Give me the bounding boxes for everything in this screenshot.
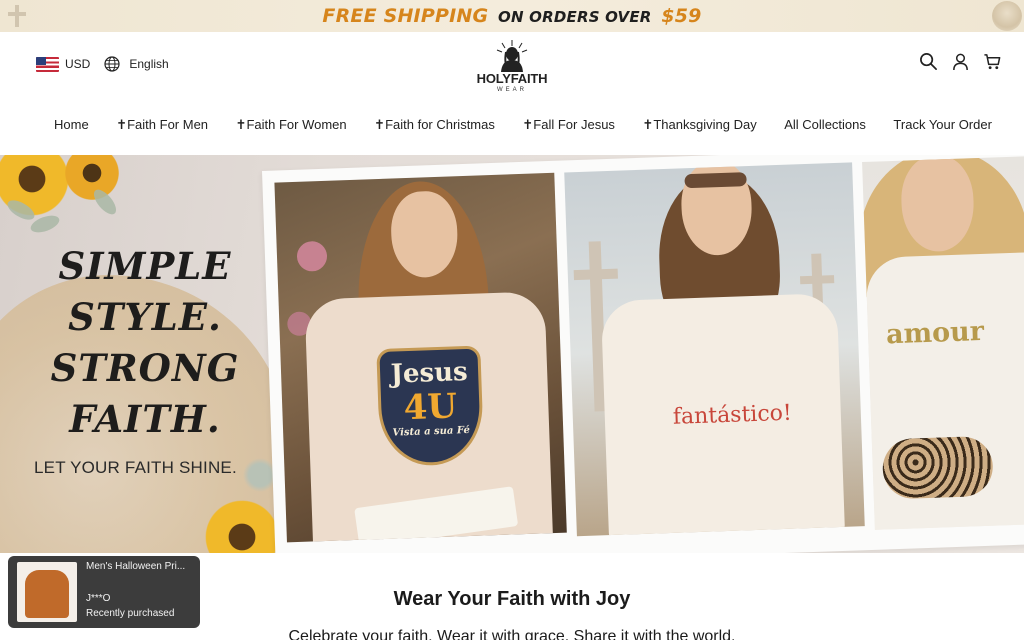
shipping-threshold: $59 xyxy=(661,5,702,27)
model-photo-fantastico: fantástico! xyxy=(564,162,865,537)
shirt-text: 4U xyxy=(403,386,458,429)
photo-collage: Jesus 4U Vista a sua Fé fantástico! amou… xyxy=(262,155,1024,553)
header-actions xyxy=(919,52,1002,71)
nav-item-faith-for-men[interactable]: ✝Faith For Men xyxy=(116,112,208,138)
language-selector[interactable]: English xyxy=(129,57,168,71)
hero-headline-line: SIMPLE xyxy=(58,244,232,288)
shirt-text: Vista a sua Fé xyxy=(392,424,471,439)
jesus-silhouette-logo-icon xyxy=(496,40,528,72)
hero-headline-line: STYLE. xyxy=(68,295,222,339)
announcement-bar: FREE SHIPPING ON ORDERS OVER $59 xyxy=(0,0,1024,32)
popup-product-name: Men's Halloween Pri... xyxy=(86,561,186,572)
announcement-text: FREE SHIPPING ON ORDERS OVER $59 xyxy=(322,5,701,27)
hero-headline: SIMPLE STYLE. STRONG FAITH. xyxy=(40,241,250,445)
section-title: Wear Your Faith with Joy xyxy=(393,588,631,610)
nav-item-track-your-order[interactable]: Track Your Order xyxy=(893,112,992,138)
site-header: USD English HOLYFAITH WEAR xyxy=(0,32,1024,100)
us-flag-icon[interactable] xyxy=(36,56,59,72)
hero-headline-line: FAITH. xyxy=(69,397,221,441)
account-icon[interactable] xyxy=(951,52,970,71)
shirt-text: fantástico! xyxy=(672,400,793,430)
section-description: Celebrate your faith. Wear it with grace… xyxy=(288,628,736,640)
model-photo-amour: amour xyxy=(862,155,1024,530)
logo-name: HOLYFAITH xyxy=(476,71,548,86)
shirt-text: amour xyxy=(885,315,985,351)
main-navigation: Home ✝Faith For Men ✝Faith For Women ✝Fa… xyxy=(0,112,1024,138)
nav-item-home[interactable]: Home xyxy=(54,112,89,138)
cart-icon[interactable] xyxy=(983,52,1002,71)
hero-subheadline: LET YOUR FAITH SHINE. xyxy=(34,458,237,477)
logo-tagline: WEAR xyxy=(497,87,527,93)
nav-item-faith-for-women[interactable]: ✝Faith For Women xyxy=(236,112,347,138)
site-logo[interactable]: HOLYFAITH WEAR xyxy=(474,38,550,94)
model-photo-jesus-4u: Jesus 4U Vista a sua Fé xyxy=(274,172,567,543)
nav-item-all-collections[interactable]: All Collections xyxy=(784,112,866,138)
portrait-decoration xyxy=(992,1,1022,31)
search-icon[interactable] xyxy=(919,52,938,71)
nav-item-thanksgiving-day[interactable]: ✝Thanksgiving Day xyxy=(642,112,756,138)
nav-item-faith-for-christmas[interactable]: ✝Faith for Christmas xyxy=(374,112,495,138)
free-shipping-text: FREE SHIPPING xyxy=(322,5,489,27)
cross-decoration-icon xyxy=(8,5,26,27)
hero-headline-line: STRONG xyxy=(50,346,240,390)
on-orders-over-text: ON ORDERS OVER xyxy=(498,8,652,26)
globe-icon[interactable] xyxy=(104,56,120,72)
currency-selector[interactable]: USD xyxy=(65,57,90,71)
hero-banner[interactable]: SIMPLE STYLE. STRONG FAITH. LET YOUR FAI… xyxy=(0,155,1024,553)
locale-selector: USD English xyxy=(36,56,169,72)
nav-item-fall-for-jesus[interactable]: ✝Fall For Jesus xyxy=(522,112,615,138)
